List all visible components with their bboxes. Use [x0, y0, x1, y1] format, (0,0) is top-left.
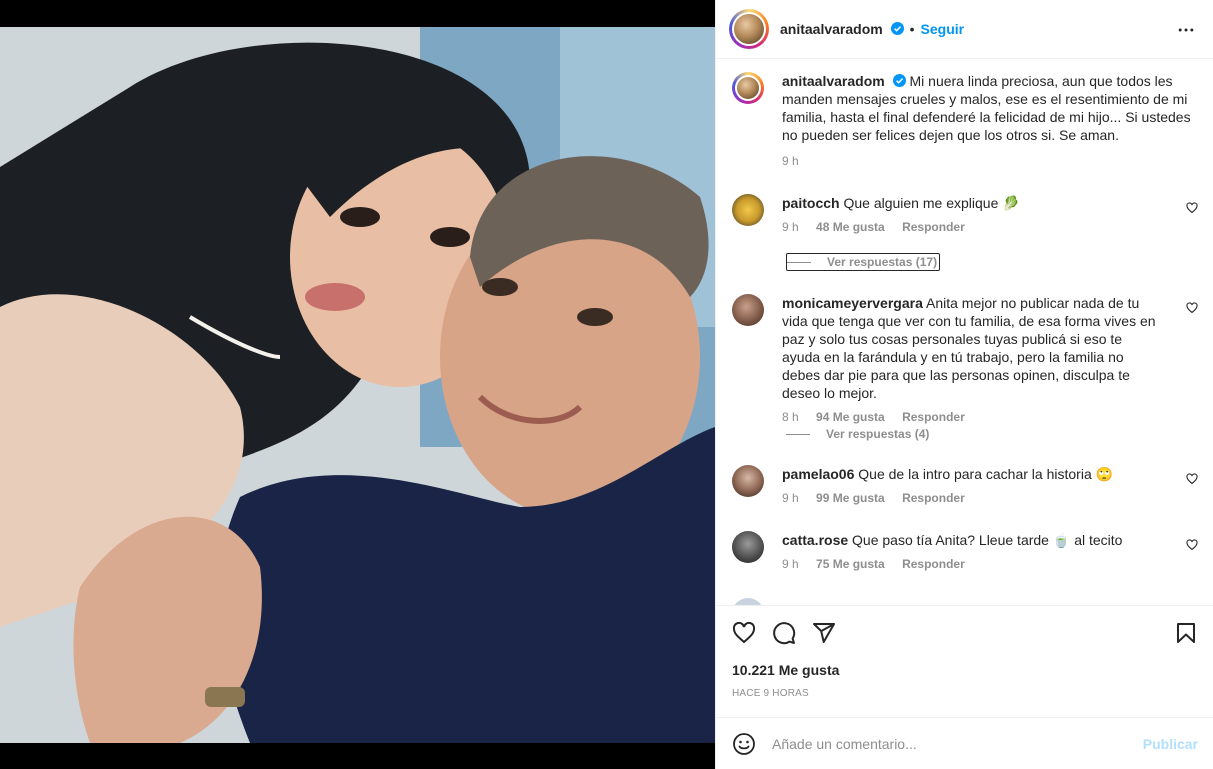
comment-avatar[interactable]: [732, 531, 764, 563]
comment-likes[interactable]: 48 Me gusta: [816, 220, 885, 234]
view-replies-button[interactable]: Ver respuestas (4): [786, 427, 929, 441]
verified-icon: [890, 22, 904, 35]
caption: anitaalvaradom Mi nuera linda preciosa, …: [732, 72, 1198, 172]
comment-time[interactable]: 9 h: [782, 491, 799, 505]
avatar-image: [734, 14, 764, 44]
comment-body: paitocch Que alguien me explique 🥬 9 h 4…: [782, 194, 1162, 236]
reply-button[interactable]: Responder: [902, 491, 965, 505]
heart-icon[interactable]: [1186, 539, 1198, 551]
comment-meta: 8 h 94 Me gusta Responder: [782, 408, 1162, 426]
comment-input[interactable]: [772, 732, 1132, 756]
comment-meta: 9 h 48 Me gusta Responder: [782, 218, 1162, 236]
comment-username[interactable]: paitocch: [782, 195, 840, 211]
comment-text-after: al tecito: [1074, 532, 1123, 548]
caption-body: anitaalvaradom Mi nuera linda preciosa, …: [782, 72, 1192, 170]
caption-meta: 9 h: [782, 152, 1192, 170]
verified-icon: [892, 74, 906, 87]
comment-text: Que alguien me explique: [843, 195, 999, 211]
photo-panel: [0, 0, 715, 769]
separator-dot: •: [909, 21, 915, 37]
reply-button[interactable]: Responder: [902, 557, 965, 571]
author-username[interactable]: anitaalvaradom: [780, 21, 904, 37]
instagram-post-modal: anitaalvaradom • Seguir anitaalvaradom M…: [0, 0, 1213, 769]
comment-username[interactable]: pamelao06: [782, 466, 854, 482]
comment-icon[interactable]: [772, 621, 796, 645]
author-avatar[interactable]: [729, 9, 769, 49]
author-username-text[interactable]: anitaalvaradom: [780, 21, 883, 37]
replies-line: [787, 261, 811, 263]
comment-emoji: 🍵: [1052, 532, 1071, 548]
comment-emoji: 🙄: [1095, 466, 1114, 482]
comment-text: Que de la intro para cachar la historia: [858, 466, 1092, 482]
reply-button[interactable]: Responder: [902, 220, 965, 234]
comment-username[interactable]: catta.rose: [782, 532, 848, 548]
comment-meta: 9 h 99 Me gusta Responder: [782, 489, 1162, 507]
comment-avatar[interactable]: [732, 294, 764, 326]
bookmark-icon[interactable]: [1174, 621, 1198, 645]
comment-time[interactable]: 9 h: [782, 220, 799, 234]
heart-icon[interactable]: [1186, 202, 1198, 214]
publish-button[interactable]: Publicar: [1143, 736, 1198, 752]
comment-likes[interactable]: 99 Me gusta: [816, 491, 885, 505]
selfie-illustration: [0, 27, 715, 743]
caption-avatar[interactable]: [732, 72, 764, 104]
avatar-inner: [732, 12, 766, 46]
comment-username[interactable]: monicameyervergara: [782, 295, 923, 311]
comments-list[interactable]: anitaalvaradom Mi nuera linda preciosa, …: [716, 60, 1213, 606]
comment-emoji: 🥬: [1002, 195, 1020, 211]
comment-body: catta.rose Que paso tía Anita? Lleue tar…: [782, 531, 1162, 573]
replies-line: [786, 433, 810, 435]
reply-button[interactable]: Responder: [902, 410, 965, 424]
view-replies-button[interactable]: Ver respuestas (17): [786, 253, 941, 271]
more-icon[interactable]: [1176, 20, 1196, 40]
comment-meta: 9 h 75 Me gusta Responder: [782, 555, 1162, 573]
comment-avatar[interactable]: [732, 194, 764, 226]
follow-button[interactable]: Seguir: [921, 21, 965, 37]
caption-username[interactable]: anitaalvaradom: [782, 73, 885, 89]
likes-count[interactable]: 10.221 Me gusta: [732, 662, 839, 678]
post-timestamp: HACE 9 HORAS: [732, 688, 809, 699]
view-replies-label[interactable]: Ver respuestas (4): [826, 427, 929, 441]
comment-item: catta.rose Que paso tía Anita? Lleue tar…: [732, 531, 1198, 591]
post-side-panel: anitaalvaradom • Seguir anitaalvaradom M…: [715, 0, 1213, 769]
comment-likes[interactable]: 75 Me gusta: [816, 557, 885, 571]
comment-likes[interactable]: 94 Me gusta: [816, 410, 885, 424]
post-header: anitaalvaradom • Seguir: [716, 0, 1213, 59]
comment-text: Que paso tía Anita? Lleue tarde: [852, 532, 1049, 548]
caption-avatar-image: [737, 77, 759, 99]
caption-avatar-ring-inner: [735, 75, 761, 101]
comment-item: pamelao06 Que de la intro para cachar la…: [732, 465, 1198, 525]
comment-body: pamelao06 Que de la intro para cachar la…: [782, 465, 1162, 507]
caption-time[interactable]: 9 h: [782, 154, 799, 168]
comment-composer: Publicar: [716, 717, 1213, 769]
action-bar: [716, 607, 1213, 657]
comment-avatar[interactable]: [732, 465, 764, 497]
share-icon[interactable]: [812, 621, 836, 645]
view-replies-label[interactable]: Ver respuestas (17): [827, 255, 937, 269]
heart-icon[interactable]: [1186, 473, 1198, 485]
emoji-icon[interactable]: [732, 732, 756, 756]
comment-body: monicameyervergara Anita mejor no public…: [782, 294, 1162, 426]
heart-icon[interactable]: [1186, 302, 1198, 314]
comment-avatar[interactable]: [732, 598, 764, 605]
heart-icon[interactable]: [732, 621, 756, 645]
comment-time[interactable]: 8 h: [782, 410, 799, 424]
post-photo[interactable]: [0, 27, 715, 743]
comment-item: monicameyervergara Anita mejor no public…: [732, 294, 1198, 424]
comment-time[interactable]: 9 h: [782, 557, 799, 571]
